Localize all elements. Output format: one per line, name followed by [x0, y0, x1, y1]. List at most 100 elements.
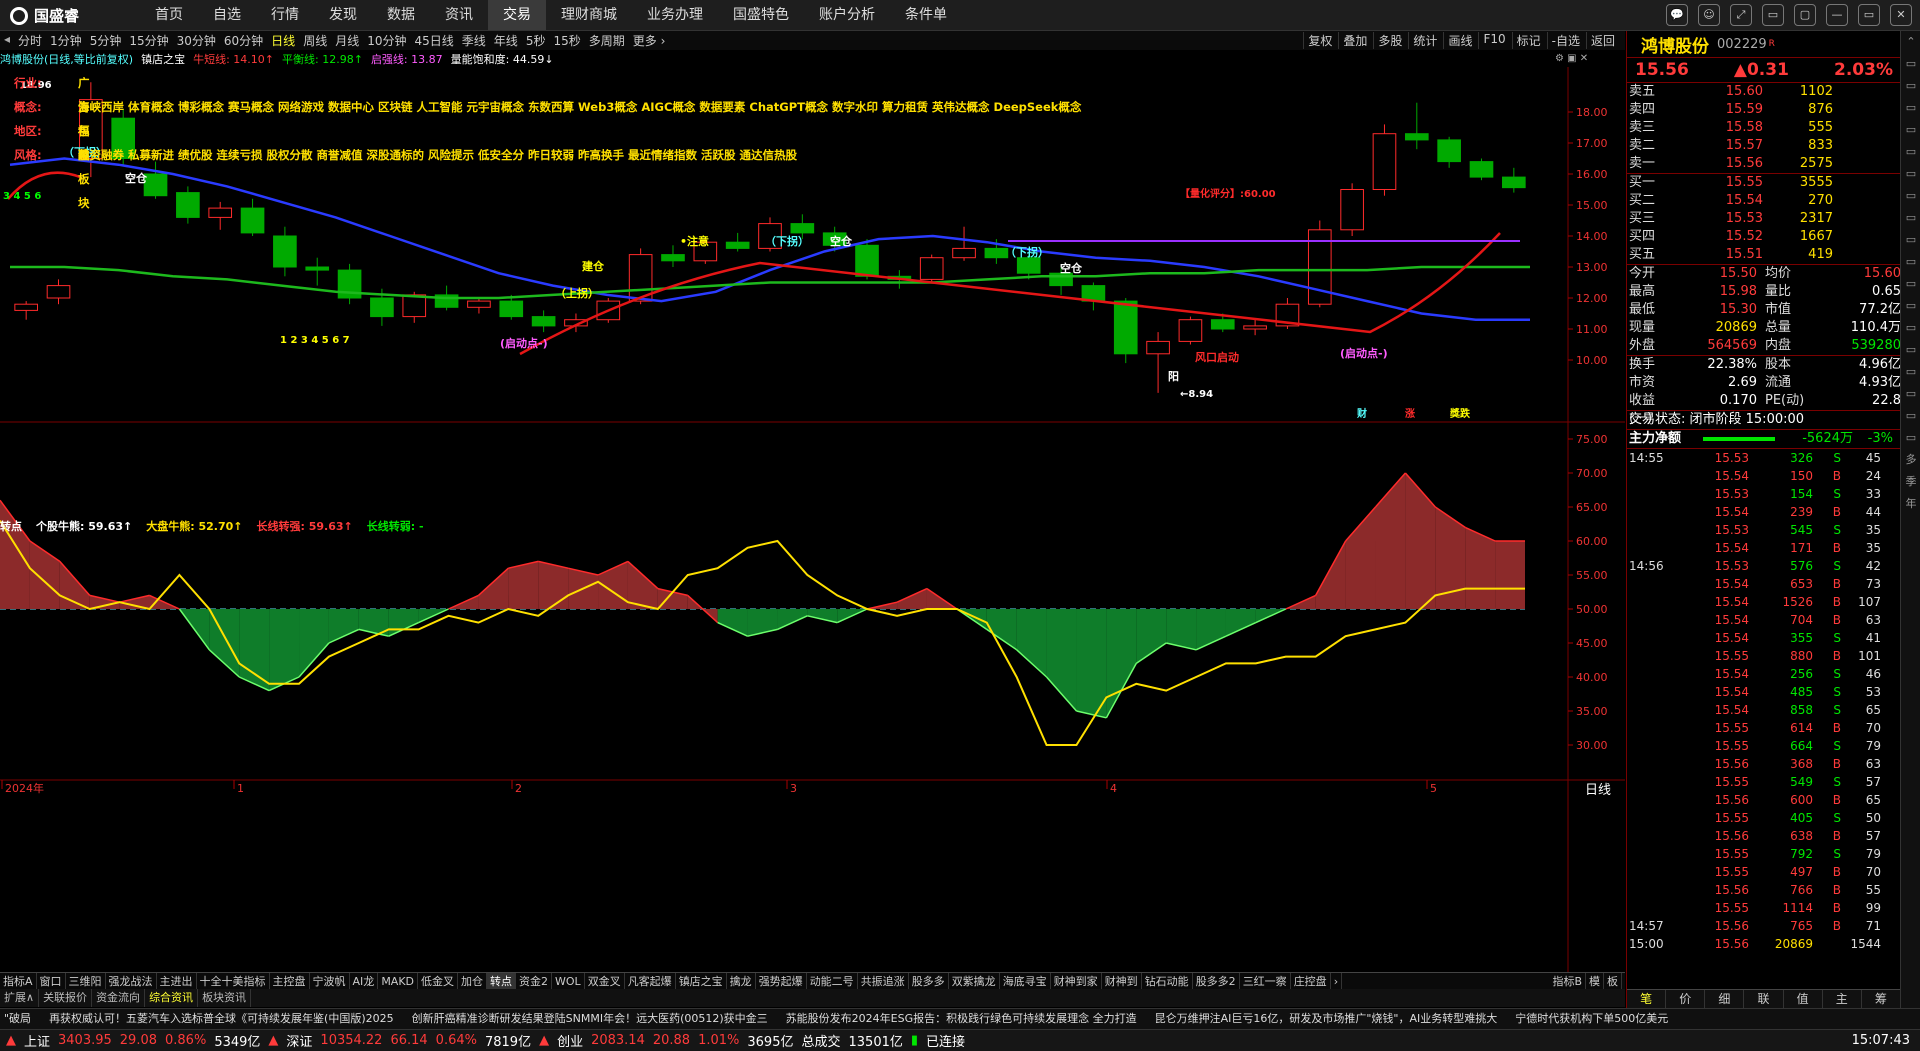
- indicator-tab[interactable]: 股多多2: [1193, 973, 1240, 990]
- indicator-tab[interactable]: 海底寻宝: [1000, 973, 1051, 990]
- indicator-tab[interactable]: 主进出: [157, 973, 197, 990]
- sidebar-button[interactable]: ▭: [1901, 163, 1920, 185]
- book-row[interactable]: 卖四 15.59 876: [1627, 101, 1901, 119]
- news-item[interactable]: 昆仑万维押注AI巨亏16亿，研发及市场推广"烧钱"，AI业务转型难挑大: [1151, 1009, 1512, 1029]
- indicator-tab[interactable]: 镇店之宝: [676, 973, 727, 990]
- indicator-tab[interactable]: 双金叉: [585, 973, 625, 990]
- period-tab[interactable]: 季线: [458, 32, 490, 49]
- period-tab[interactable]: 15分钟: [125, 32, 172, 49]
- news-item[interactable]: "破局: [0, 1009, 45, 1029]
- window-control-icon[interactable]: 💬: [1666, 4, 1688, 26]
- period-tab[interactable]: 日线: [267, 32, 299, 49]
- menu-item[interactable]: 资讯: [430, 0, 488, 30]
- indicator-tab[interactable]: 指标A: [0, 973, 37, 990]
- sidebar-button[interactable]: ▭: [1901, 273, 1920, 295]
- info-tab[interactable]: 综合资讯: [145, 989, 199, 1007]
- book-row[interactable]: 买三 15.53 2317: [1627, 210, 1901, 228]
- menu-item[interactable]: 国盛特色: [718, 0, 804, 30]
- news-item[interactable]: 苏能股份发布2024年ESG报告：积极践行绿色可持续发展理念 全力打造: [782, 1009, 1151, 1029]
- panel-tab[interactable]: 筹: [1862, 990, 1901, 1008]
- sidebar-button[interactable]: ▭: [1901, 317, 1920, 339]
- sidebar-button[interactable]: ▭: [1901, 75, 1920, 97]
- book-row[interactable]: 买四 15.52 1667: [1627, 228, 1901, 246]
- toggle-icon[interactable]: ◂: [0, 32, 14, 49]
- info-tab[interactable]: 资金流向: [92, 989, 146, 1007]
- chart-tool-button[interactable]: 叠加: [1338, 32, 1371, 49]
- indicator-b-button[interactable]: 模: [1586, 973, 1604, 990]
- indicator-tab[interactable]: 股多多: [909, 973, 949, 990]
- book-row[interactable]: 卖二 15.57 833: [1627, 137, 1901, 155]
- info-tab[interactable]: 板块资讯: [198, 989, 252, 1007]
- menu-item[interactable]: 理财商城: [546, 0, 632, 30]
- indicator-tab[interactable]: 财神到: [1102, 973, 1142, 990]
- period-tab[interactable]: 周线: [299, 32, 331, 49]
- chart-tool-button[interactable]: 统计: [1408, 32, 1441, 49]
- indicator-tab[interactable]: 三维阳: [66, 973, 106, 990]
- period-tab[interactable]: 10分钟: [363, 32, 410, 49]
- menu-item[interactable]: 自选: [198, 0, 256, 30]
- book-row[interactable]: 买二 15.54 270: [1627, 192, 1901, 210]
- panel-tab[interactable]: 笔: [1627, 990, 1667, 1008]
- menu-item[interactable]: 交易: [488, 0, 546, 30]
- indicator-tab[interactable]: ›: [1331, 973, 1343, 990]
- news-item[interactable]: 创新肝癌精准诊断研发结果登陆SNMMI年会！远大医药(00512)获中金三: [408, 1009, 782, 1029]
- period-tab[interactable]: 60分钟: [220, 32, 267, 49]
- sidebar-button[interactable]: ▭: [1901, 383, 1920, 405]
- indicator-tab[interactable]: 动能二号: [807, 973, 858, 990]
- indicator-tab[interactable]: 钻石动能: [1142, 973, 1193, 990]
- sidebar-button[interactable]: ▭: [1901, 141, 1920, 163]
- sidebar-button[interactable]: ▭: [1901, 405, 1920, 427]
- sidebar-button[interactable]: 季: [1901, 471, 1920, 493]
- sidebar-button[interactable]: ▭: [1901, 185, 1920, 207]
- period-tab[interactable]: 年线: [490, 32, 522, 49]
- period-tab[interactable]: 1分钟: [46, 32, 86, 49]
- sidebar-button[interactable]: ▭: [1901, 427, 1920, 449]
- window-control-icon[interactable]: ☺: [1698, 4, 1720, 26]
- sidebar-button[interactable]: ▭: [1901, 251, 1920, 273]
- sidebar-button[interactable]: ▭: [1901, 97, 1920, 119]
- menu-item[interactable]: 行情: [256, 0, 314, 30]
- menu-item[interactable]: 首页: [140, 0, 198, 30]
- indicator-tab[interactable]: 十全十美指标: [197, 973, 270, 990]
- indicator-tab[interactable]: 凡客起爆: [625, 973, 676, 990]
- indicator-tab[interactable]: 三红一察: [1240, 973, 1291, 990]
- chart-tool-button[interactable]: F10: [1478, 32, 1509, 49]
- indicator-b-button[interactable]: 板: [1604, 973, 1622, 990]
- sidebar-button[interactable]: ▭: [1901, 207, 1920, 229]
- book-row[interactable]: 买一 15.55 3555: [1627, 174, 1901, 192]
- indicator-tab[interactable]: 资金2: [516, 973, 553, 990]
- news-item[interactable]: 宁德时代获机构下单500亿美元: [1511, 1009, 1682, 1029]
- menu-item[interactable]: 数据: [372, 0, 430, 30]
- sidebar-button[interactable]: ⌃: [1901, 31, 1920, 53]
- panel-tab[interactable]: 细: [1705, 990, 1745, 1008]
- indicator-tab[interactable]: 双紫擒龙: [949, 973, 1000, 990]
- indicator-tab[interactable]: 强势起爆: [756, 973, 807, 990]
- indicator-tab[interactable]: 加仓: [458, 973, 488, 990]
- period-tab[interactable]: 多周期: [585, 32, 629, 49]
- window-control-icon[interactable]: ▭: [1858, 4, 1880, 26]
- panel-tab[interactable]: 值: [1784, 990, 1823, 1008]
- book-row[interactable]: 卖一 15.56 2575: [1627, 155, 1901, 173]
- sidebar-button[interactable]: ▭: [1901, 295, 1920, 317]
- period-tab[interactable]: 45日线: [411, 32, 458, 49]
- sidebar-button[interactable]: ▭: [1901, 53, 1920, 75]
- panel-tab[interactable]: 联: [1744, 990, 1784, 1008]
- indicator-tab[interactable]: 擒龙: [727, 973, 756, 990]
- window-control-icon[interactable]: ▢: [1794, 4, 1816, 26]
- period-tab[interactable]: 分时: [14, 32, 46, 49]
- chart-tool-button[interactable]: -自选: [1546, 32, 1584, 49]
- window-control-icon[interactable]: ✕: [1890, 4, 1912, 26]
- indicator-b-button[interactable]: 指标B: [1549, 973, 1586, 990]
- news-item[interactable]: 再获权威认可！五菱汽车入选标普全球《可持续发展年鉴(中国版)2025: [45, 1009, 408, 1029]
- indicator-tab[interactable]: 主控盘: [270, 973, 310, 990]
- window-control-icon[interactable]: ⤢: [1730, 4, 1752, 26]
- book-row[interactable]: 卖三 15.58 555: [1627, 119, 1901, 137]
- chart-tool-button[interactable]: 复权: [1303, 32, 1336, 49]
- indicator-tab[interactable]: 财神到家: [1051, 973, 1102, 990]
- chart-tool-button[interactable]: 标记: [1511, 32, 1545, 49]
- chart-tool-button[interactable]: 返回: [1585, 32, 1619, 49]
- sidebar-button[interactable]: ▭: [1901, 339, 1920, 361]
- info-tab[interactable]: 扩展∧: [0, 989, 40, 1007]
- period-tab[interactable]: 5分钟: [86, 32, 126, 49]
- period-tab[interactable]: 15秒: [549, 32, 584, 49]
